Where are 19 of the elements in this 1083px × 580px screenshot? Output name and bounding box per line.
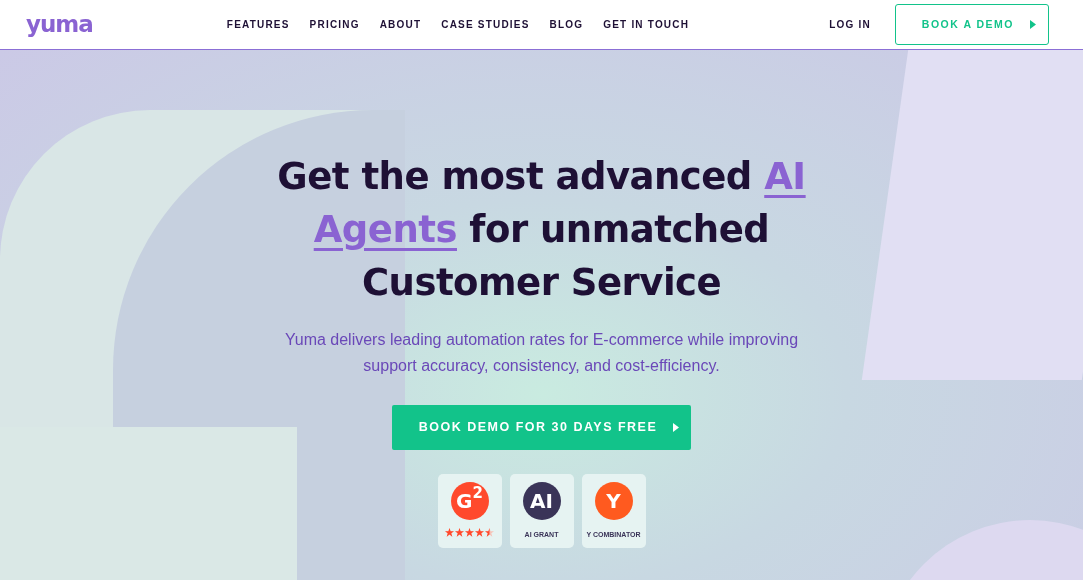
badge-logo: AI	[522, 481, 561, 520]
hero-heading: Get the most advanced AI Agents for unmatched Customer Service	[276, 154, 807, 306]
star-icon	[455, 527, 464, 537]
badge-logo: Y	[594, 481, 633, 520]
caret-icon	[1030, 20, 1036, 29]
nav-link[interactable]: PRICING	[309, 17, 360, 32]
nav-link[interactable]: GET IN TOUCH	[603, 17, 690, 32]
login-link[interactable]: LOG IN	[829, 17, 871, 32]
nav-link[interactable]: ABOUT	[379, 17, 422, 32]
nav-link[interactable]: FEATURES	[226, 17, 290, 32]
nav-link[interactable]: CASE STUDIES	[441, 17, 530, 32]
nav-link[interactable]: BLOG	[549, 17, 584, 32]
star-icon	[445, 527, 454, 537]
star-icon	[465, 527, 474, 537]
logo[interactable]: yuma	[26, 13, 93, 36]
star-icon	[475, 527, 484, 537]
badge-logo: G$^{2}$	[450, 481, 489, 520]
hero-subtitle: Yuma delivers leading automation rates for E-commerce while improving support accuracy, consistency, and cost-efficiency.	[283, 330, 800, 376]
caret-icon	[673, 422, 680, 432]
